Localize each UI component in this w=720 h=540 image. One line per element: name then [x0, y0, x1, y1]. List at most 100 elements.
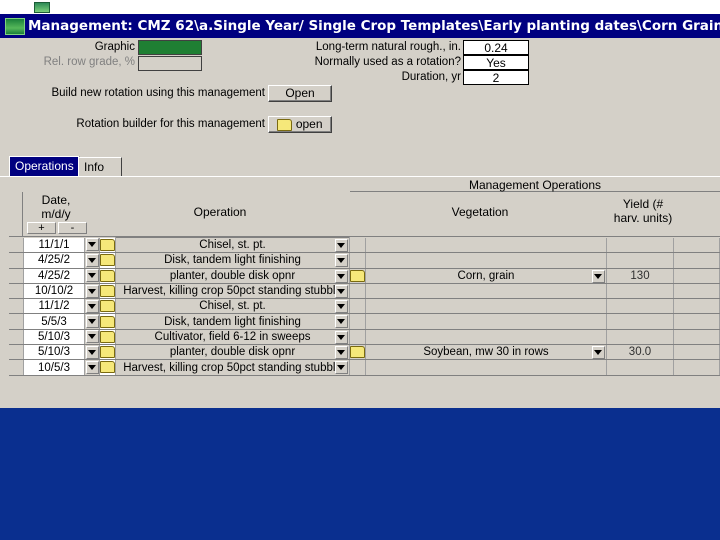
- date-cell[interactable]: 4/25/2: [23, 252, 85, 269]
- row-selector[interactable]: [9, 329, 24, 346]
- table-row[interactable]: 11/1/1 Chisel, st. pt.: [9, 236, 720, 254]
- operation-cell[interactable]: Harvest, killing crop 50pct standing stu…: [115, 359, 350, 376]
- open-build-rotation-button[interactable]: Open: [268, 85, 332, 102]
- vegetation-folder: [349, 329, 366, 346]
- yield-cell[interactable]: 30.0: [606, 344, 674, 361]
- chevron-down-icon: [335, 254, 348, 268]
- operation-folder[interactable]: [99, 329, 116, 346]
- chevron-down-icon: [335, 346, 348, 359]
- operation-folder[interactable]: [99, 252, 116, 269]
- operation-folder[interactable]: [99, 268, 116, 284]
- table-row[interactable]: 10/10/2 Harvest, killing crop 50pct stand…: [9, 282, 720, 300]
- yield-cell[interactable]: 130: [606, 268, 674, 284]
- row-selector[interactable]: [9, 268, 24, 284]
- operation-text: Disk, tandem light finishing: [164, 315, 301, 328]
- operation-cell[interactable]: Disk, tandem light finishing: [115, 252, 350, 269]
- date-cell[interactable]: 10/5/3: [23, 359, 85, 376]
- operation-cell[interactable]: Disk, tandem light finishing: [115, 313, 350, 330]
- operation-text: Chisel, st. pt.: [199, 239, 266, 252]
- operation-folder[interactable]: [99, 359, 116, 376]
- yield-cell[interactable]: [606, 359, 674, 376]
- tab-info[interactable]: Info: [78, 157, 122, 176]
- date-dropdown[interactable]: [84, 359, 100, 376]
- yield-cell[interactable]: [606, 313, 674, 330]
- table-row[interactable]: 5/5/3 Disk, tandem light finishing: [9, 313, 720, 330]
- vegetation-text: Corn, grain: [457, 269, 515, 282]
- folder-icon: [100, 300, 115, 313]
- date-cell[interactable]: 11/1/1: [23, 237, 85, 254]
- operation-folder[interactable]: [99, 283, 116, 300]
- operation-folder[interactable]: [99, 313, 116, 330]
- vegetation-cell[interactable]: Corn, grain: [365, 268, 607, 284]
- yield-cell[interactable]: [606, 298, 674, 315]
- chevron-down-icon: [85, 238, 99, 252]
- open-rotation-builder-button[interactable]: open: [268, 116, 332, 133]
- yield-cell[interactable]: [606, 283, 674, 300]
- add-operation-button[interactable]: +: [27, 222, 56, 234]
- graphic-color-swatch[interactable]: [138, 40, 202, 55]
- chevron-down-icon: [592, 269, 605, 283]
- vegetation-folder[interactable]: [349, 344, 366, 361]
- long-term-roughness-field[interactable]: 0.24: [463, 40, 529, 55]
- duration-label: Duration, yr: [401, 71, 461, 83]
- remove-operation-button[interactable]: -: [58, 222, 87, 234]
- date-cell[interactable]: 10/10/2: [23, 283, 85, 300]
- row-grade-field[interactable]: [138, 56, 202, 71]
- row-selector[interactable]: [9, 283, 24, 300]
- date-cell[interactable]: 11/1/2: [23, 298, 85, 315]
- row-header-column: [9, 192, 23, 237]
- folder-icon: [100, 346, 115, 359]
- operation-cell[interactable]: Cultivator, field 6-12 in sweeps: [115, 328, 350, 346]
- row-selector[interactable]: [9, 313, 24, 330]
- chevron-down-icon: [335, 315, 348, 329]
- date-dropdown[interactable]: [84, 252, 100, 269]
- date-dropdown[interactable]: [84, 283, 100, 300]
- date-dropdown[interactable]: [84, 313, 100, 330]
- date-dropdown[interactable]: [84, 298, 100, 315]
- yield-column-header[interactable]: Yield (# harv. units): [610, 197, 676, 225]
- yield-cell[interactable]: [606, 329, 674, 346]
- date-dropdown[interactable]: [84, 268, 100, 284]
- vegetation-cell[interactable]: Soybean, mw 30 in rows: [365, 344, 607, 361]
- date-cell[interactable]: 5/10/3: [23, 329, 85, 346]
- row-grade-label: Rel. row grade, %: [43, 56, 135, 68]
- vegetation-folder[interactable]: [349, 268, 366, 284]
- date-column-header[interactable]: Date, m/d/y: [24, 193, 88, 221]
- vegetation-column-header[interactable]: Vegetation: [350, 205, 610, 219]
- row-selector[interactable]: [9, 252, 24, 269]
- operation-folder[interactable]: [99, 237, 116, 254]
- table-row[interactable]: 4/25/2 Disk, tandem light finishing: [9, 252, 720, 269]
- table-row[interactable]: 11/1/2 Chisel, st. pt.: [9, 298, 720, 315]
- operation-cell[interactable]: planter, double disk opnr: [115, 344, 350, 361]
- row-selector[interactable]: [9, 237, 24, 254]
- empty-cell: [673, 359, 720, 376]
- date-dropdown[interactable]: [84, 329, 100, 346]
- tab-operations[interactable]: Operations: [9, 156, 80, 176]
- operation-cell[interactable]: Chisel, st. pt.: [115, 298, 350, 315]
- date-dropdown[interactable]: [84, 237, 100, 254]
- date-cell[interactable]: 4/25/2: [23, 268, 85, 284]
- table-row[interactable]: 5/10/3 planter, double disk opnr Soybean, …: [9, 344, 720, 361]
- operation-column-header[interactable]: Operation: [90, 205, 350, 219]
- date-dropdown[interactable]: [84, 344, 100, 361]
- date-cell[interactable]: 5/10/3: [23, 344, 85, 361]
- date-cell[interactable]: 5/5/3: [23, 313, 85, 330]
- operation-folder[interactable]: [99, 344, 116, 361]
- chevron-down-icon: [85, 330, 99, 344]
- operation-cell[interactable]: planter, double disk opnr: [115, 267, 350, 284]
- table-row[interactable]: 4/25/2 planter, double disk opnr Corn, gra…: [9, 267, 720, 284]
- table-row[interactable]: 5/10/3 Cultivator, field 6-12 in sweeps: [9, 328, 720, 346]
- yield-cell[interactable]: [606, 252, 674, 269]
- row-selector[interactable]: [9, 359, 24, 376]
- operation-cell[interactable]: Chisel, st. pt.: [115, 236, 350, 254]
- row-selector[interactable]: [9, 344, 24, 361]
- rotation-field[interactable]: Yes: [463, 55, 529, 70]
- operation-cell[interactable]: Harvest, killing crop 50pct standing stu…: [115, 282, 350, 300]
- operation-folder[interactable]: [99, 298, 116, 315]
- duration-field[interactable]: 2: [463, 70, 529, 85]
- folder-icon: [350, 269, 365, 282]
- title-bar[interactable]: Management: CMZ 62\a.Single Year/ Single…: [0, 14, 720, 38]
- yield-cell[interactable]: [606, 237, 674, 254]
- row-selector[interactable]: [9, 298, 24, 315]
- table-row[interactable]: 10/5/3 Harvest, killing crop 50pct standi…: [9, 359, 720, 376]
